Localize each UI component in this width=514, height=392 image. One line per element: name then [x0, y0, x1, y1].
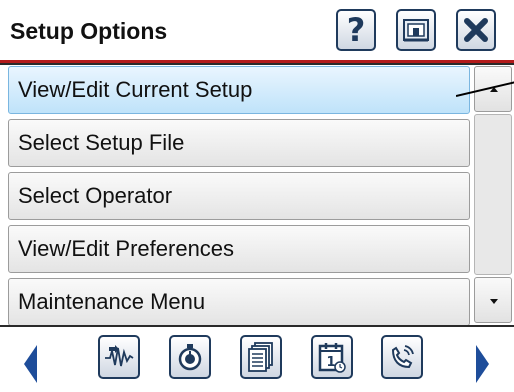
menu-item-view-edit-current-setup[interactable]: View/Edit Current Setup: [8, 66, 470, 114]
scroll-track[interactable]: [474, 114, 512, 275]
menu-item-view-edit-preferences[interactable]: View/Edit Preferences: [8, 225, 470, 273]
svg-text:1: 1: [326, 355, 335, 370]
bottom-toolbar: 1: [0, 327, 514, 392]
previous-page-icon[interactable]: [24, 345, 37, 383]
arrow-down-icon: [490, 299, 498, 304]
calendar-button[interactable]: 1: [311, 335, 353, 379]
help-button[interactable]: ?: [336, 9, 376, 51]
stopwatch-button[interactable]: [169, 335, 211, 379]
scroll-down-button[interactable]: [474, 277, 512, 323]
menu-item-select-setup-file[interactable]: Select Setup File: [8, 119, 470, 167]
menu-item-select-operator[interactable]: Select Operator: [8, 172, 470, 220]
close-button[interactable]: [456, 9, 496, 51]
close-icon: [464, 18, 488, 42]
home-icon: [403, 19, 429, 42]
home-button[interactable]: [396, 9, 436, 51]
phone-button[interactable]: [381, 335, 423, 379]
menu-scrollbar[interactable]: [474, 66, 514, 323]
setup-menu-list: View/Edit Current Setup Select Setup Fil…: [8, 66, 470, 331]
page-title: Setup Options: [10, 18, 168, 44]
help-icon: ?: [346, 11, 366, 49]
phone-icon: [391, 345, 414, 369]
next-page-icon[interactable]: [476, 345, 489, 383]
menu-item-maintenance-menu[interactable]: Maintenance Menu: [8, 278, 470, 326]
callout-line: [456, 81, 514, 97]
waveform-icon: [105, 345, 134, 367]
calendar-icon: 1: [318, 343, 346, 373]
waveform-button[interactable]: [98, 335, 140, 379]
documents-icon: [248, 342, 273, 372]
header-divider: [0, 63, 514, 65]
header-bar: Setup Options ?: [0, 0, 514, 62]
stopwatch-icon: [178, 344, 202, 371]
documents-button[interactable]: [240, 335, 282, 379]
